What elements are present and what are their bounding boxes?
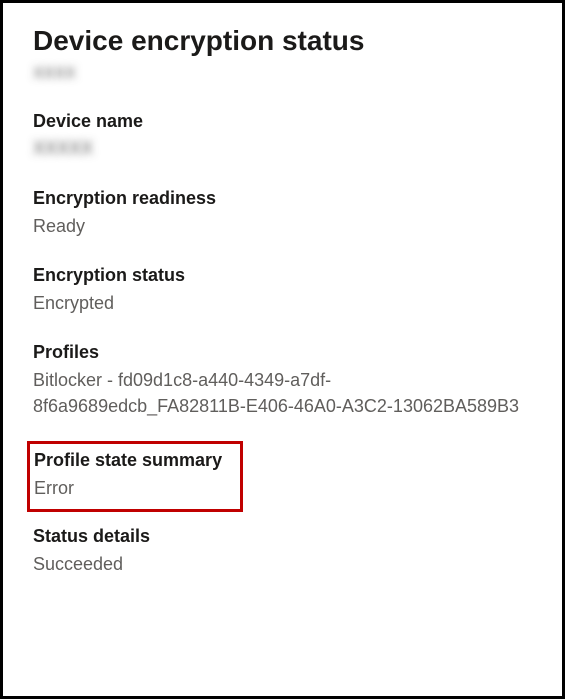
- encryption-readiness-label: Encryption readiness: [33, 188, 532, 209]
- profiles-label: Profiles: [33, 342, 532, 363]
- status-details-label: Status details: [33, 526, 532, 547]
- profile-state-summary-value: Error: [34, 475, 222, 501]
- profile-state-summary-highlight: Profile state summary Error: [27, 441, 243, 512]
- device-name-label: Device name: [33, 111, 532, 132]
- profiles-value: Bitlocker - fd09d1c8-a440-4349-a7df-8f6a…: [33, 367, 532, 419]
- profiles-section: Profiles Bitlocker - fd09d1c8-a440-4349-…: [33, 342, 532, 419]
- page-title: Device encryption status: [33, 25, 532, 57]
- device-name-section: Device name XXXXX: [33, 111, 532, 161]
- status-details-section: Status details Succeeded: [33, 526, 532, 577]
- encryption-status-label: Encryption status: [33, 265, 532, 286]
- device-name-value: XXXXX: [33, 136, 93, 161]
- encryption-readiness-section: Encryption readiness Ready: [33, 188, 532, 239]
- profile-state-summary-label: Profile state summary: [34, 450, 222, 471]
- encryption-status-section: Encryption status Encrypted: [33, 265, 532, 316]
- status-details-value: Succeeded: [33, 551, 532, 577]
- encryption-status-value: Encrypted: [33, 290, 532, 316]
- encryption-readiness-value: Ready: [33, 213, 532, 239]
- redacted-subtitle: XXXX: [33, 63, 76, 85]
